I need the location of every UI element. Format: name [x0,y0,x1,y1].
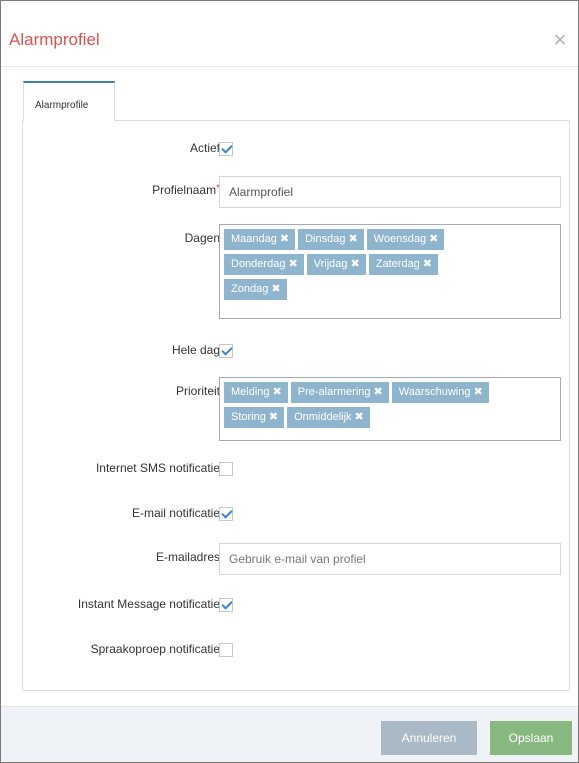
instant-message-label: Instant Message notificatie [77,597,220,611]
tag-vrijdag: Vrijdag ✖ [306,254,366,275]
emailadres-input[interactable]: Gebruik e-mail van profiel [219,543,561,575]
tag-zondag: Zondag ✖ [224,279,287,300]
tag-remove-icon[interactable]: ✖ [429,233,438,245]
tag-remove-icon[interactable]: ✖ [348,233,357,245]
hele-dag-label: Hele dag [171,343,220,357]
hele-dag-checkbox[interactable] [219,344,233,358]
tag-remove-icon[interactable]: ✖ [269,411,278,423]
spraakoproep-label: Spraakoproep notificatie [90,642,220,656]
alarmprofiel-dialog: Alarmprofiel × Alarmprofile Actief Profi… [0,0,579,763]
tag-storing: Storing ✖ [224,407,285,428]
tag-remove-icon[interactable]: ✖ [288,258,297,270]
tab-panel: Actief Profielnaam* Alarmprofiel Dagen M… [22,120,570,691]
tag-remove-icon[interactable]: ✖ [280,233,289,245]
dialog-footer: Annuleren Opslaan [1,706,578,762]
tag-label: Melding [231,386,270,398]
tag-label: Woensdag [373,233,427,245]
tab-alarmprofile[interactable]: Alarmprofile [23,81,115,121]
tag-label: Donderdag [231,258,286,270]
actief-label: Actief [189,141,220,155]
close-icon[interactable]: × [551,29,569,51]
tag-remove-icon[interactable]: ✖ [355,411,364,423]
profielnaam-input[interactable]: Alarmprofiel [219,176,561,208]
tag-label: Storing [231,411,266,423]
tag-melding: Melding ✖ [224,382,288,403]
internet-sms-label: Internet SMS notificatie [95,461,220,475]
tag-woensdag: Woensdag ✖ [366,229,445,250]
tag-onmiddelijk: Onmiddelijk ✖ [287,407,370,428]
tag-waarschuwing: Waarschuwing ✖ [391,382,489,403]
tag-label: Onmiddelijk [294,411,352,423]
tag-remove-icon[interactable]: ✖ [423,258,432,270]
tag-label: Zaterdag [375,258,420,270]
tag-remove-icon[interactable]: ✖ [374,386,383,398]
email-notificatie-checkbox[interactable] [219,507,233,521]
tag-zaterdag: Zaterdag ✖ [368,254,438,275]
email-notificatie-label: E-mail notificatie [131,506,220,520]
dagen-tag-select[interactable]: Maandag ✖ Dinsdag ✖ Woensdag ✖ Donderdag ✖ Vrij… [219,224,561,319]
dagen-label: Dagen [184,231,220,245]
cancel-button[interactable]: Annuleren [381,721,477,755]
tag-label: Dinsdag [305,233,346,245]
profielnaam-label-text: Profielnaam [152,183,217,197]
dialog-header: Alarmprofiel × [1,1,578,67]
save-button[interactable]: Opslaan [490,721,572,755]
internet-sms-checkbox[interactable] [219,462,233,476]
actief-checkbox[interactable] [219,142,233,156]
tag-donderdag: Donderdag ✖ [224,254,304,275]
tag-remove-icon[interactable]: ✖ [271,283,280,295]
spraakoproep-checkbox[interactable] [219,643,233,657]
emailadres-label: E-mailadres [155,550,220,564]
tag-remove-icon[interactable]: ✖ [273,386,282,398]
tag-maandag: Maandag ✖ [224,229,296,250]
tag-label: Vrijdag [313,258,348,270]
tag-label: Zondag [231,283,269,295]
tag-remove-icon[interactable]: ✖ [473,386,482,398]
profielnaam-label: Profielnaam* [152,183,220,197]
tag-dinsdag: Dinsdag ✖ [298,229,364,250]
tag-label: Pre-alarmering [297,386,371,398]
tag-label: Waarschuwing [398,386,471,398]
tag-remove-icon[interactable]: ✖ [351,258,360,270]
prioriteit-tag-select[interactable]: Melding ✖ Pre-alarmering ✖ Waarschuwing ✖ Sto… [219,377,561,441]
tag-label: Maandag [231,233,277,245]
dialog-title: Alarmprofiel [9,30,100,49]
instant-message-checkbox[interactable] [219,598,233,612]
prioriteit-label: Prioriteit [175,384,220,398]
tag-pre-alarmering: Pre-alarmering ✖ [290,382,389,403]
